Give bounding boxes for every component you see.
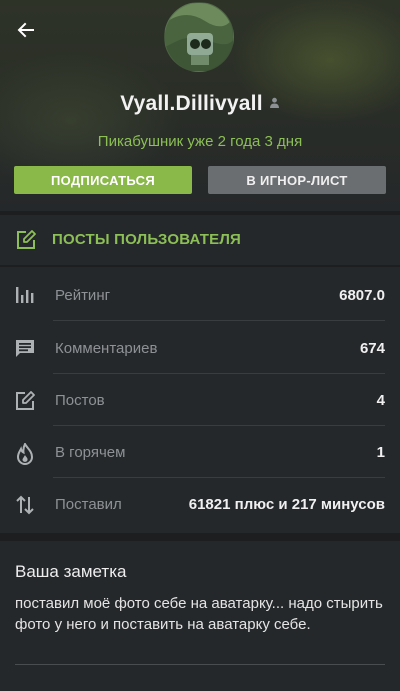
stat-value: 4 — [376, 392, 385, 409]
username-row: Vyall.Dillivyall — [0, 92, 400, 116]
subscribe-button[interactable]: ПОДПИСАТЬСЯ — [14, 166, 192, 194]
stat-row-posts: Постов 4 — [0, 374, 400, 426]
posts-edit-icon — [15, 391, 37, 411]
stat-value: 1 — [376, 444, 385, 461]
stat-value: 6807.0 — [339, 287, 385, 304]
profile-header: Vyall.Dillivyall Пикабушник уже 2 года 3… — [0, 0, 400, 211]
stat-row-hot: В горячем 1 — [0, 426, 400, 478]
stat-label: Комментариев — [55, 340, 158, 357]
avatar[interactable] — [164, 2, 234, 72]
member-since: Пикабушник уже 2 года 3 дня — [97, 133, 303, 150]
stat-row-comments: Комментариев 674 — [0, 322, 400, 374]
avatar-image — [165, 3, 233, 71]
note-text[interactable]: поставил моё фото себе на аватарку... на… — [15, 593, 387, 635]
posts-edit-icon — [16, 230, 36, 255]
note-underline — [15, 664, 385, 665]
stat-value: 674 — [359, 340, 385, 357]
votes-arrows-icon — [15, 495, 37, 515]
divider — [53, 320, 385, 321]
stats-list: Рейтинг 6807.0 Комментариев 674 Постов 4 — [0, 267, 400, 533]
user-icon — [269, 90, 280, 114]
note-title: Ваша заметка — [15, 562, 127, 581]
user-posts-label: ПОСТЫ ПОЛЬЗОВАТЕЛЯ — [52, 231, 242, 248]
comments-icon — [15, 339, 37, 359]
ignore-list-button[interactable]: В ИГНОР-ЛИСТ — [208, 166, 386, 194]
stat-row-votes: Поставил 61821 плюс и 217 минусов — [0, 478, 400, 530]
stat-value: 61821 плюс и 217 минусов — [188, 496, 385, 513]
back-button[interactable] — [14, 18, 38, 42]
stat-row-rating: Рейтинг 6807.0 — [0, 269, 400, 321]
stat-label: В горячем — [55, 444, 126, 461]
stat-label: Поставил — [55, 496, 122, 513]
user-posts-link[interactable]: ПОСТЫ ПОЛЬЗОВАТЕЛЯ — [0, 215, 400, 265]
arrow-left-icon — [17, 22, 34, 38]
hot-flame-icon — [15, 441, 37, 465]
rating-bars-icon — [15, 286, 37, 306]
stat-label: Постов — [55, 392, 105, 409]
stat-label: Рейтинг — [55, 287, 111, 304]
user-note[interactable]: Ваша заметка поставил моё фото себе на а… — [0, 541, 400, 691]
username: Vyall.Dillivyall — [120, 92, 263, 115]
